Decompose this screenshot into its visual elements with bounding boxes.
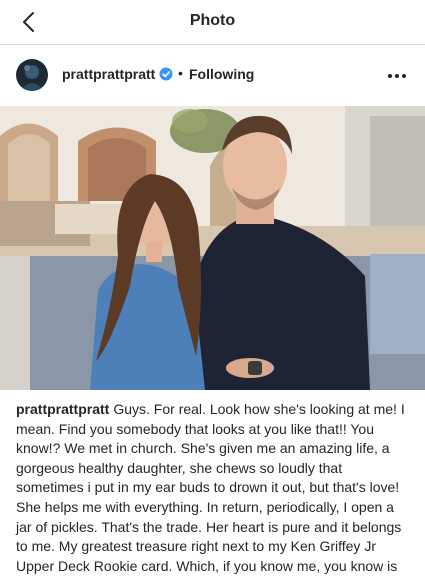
caption-text: Guys. For real. Look how she's looking a…	[16, 401, 405, 574]
following-button[interactable]: Following	[189, 66, 254, 82]
separator-dot: •	[178, 65, 183, 81]
caption-username[interactable]: prattprattpratt	[16, 401, 109, 417]
post-photo[interactable]	[0, 106, 425, 390]
post-username[interactable]: prattprattpratt	[62, 66, 155, 82]
verified-badge-icon	[159, 67, 173, 81]
avatar[interactable]	[16, 59, 48, 91]
top-navigation-bar: Photo	[0, 0, 425, 45]
post-caption: prattprattpratt Guys. For real. Look how …	[16, 400, 408, 576]
page-title: Photo	[189, 12, 236, 29]
post-header: prattprattpratt • Following	[0, 45, 425, 105]
more-horizontal-icon[interactable]	[387, 73, 407, 79]
